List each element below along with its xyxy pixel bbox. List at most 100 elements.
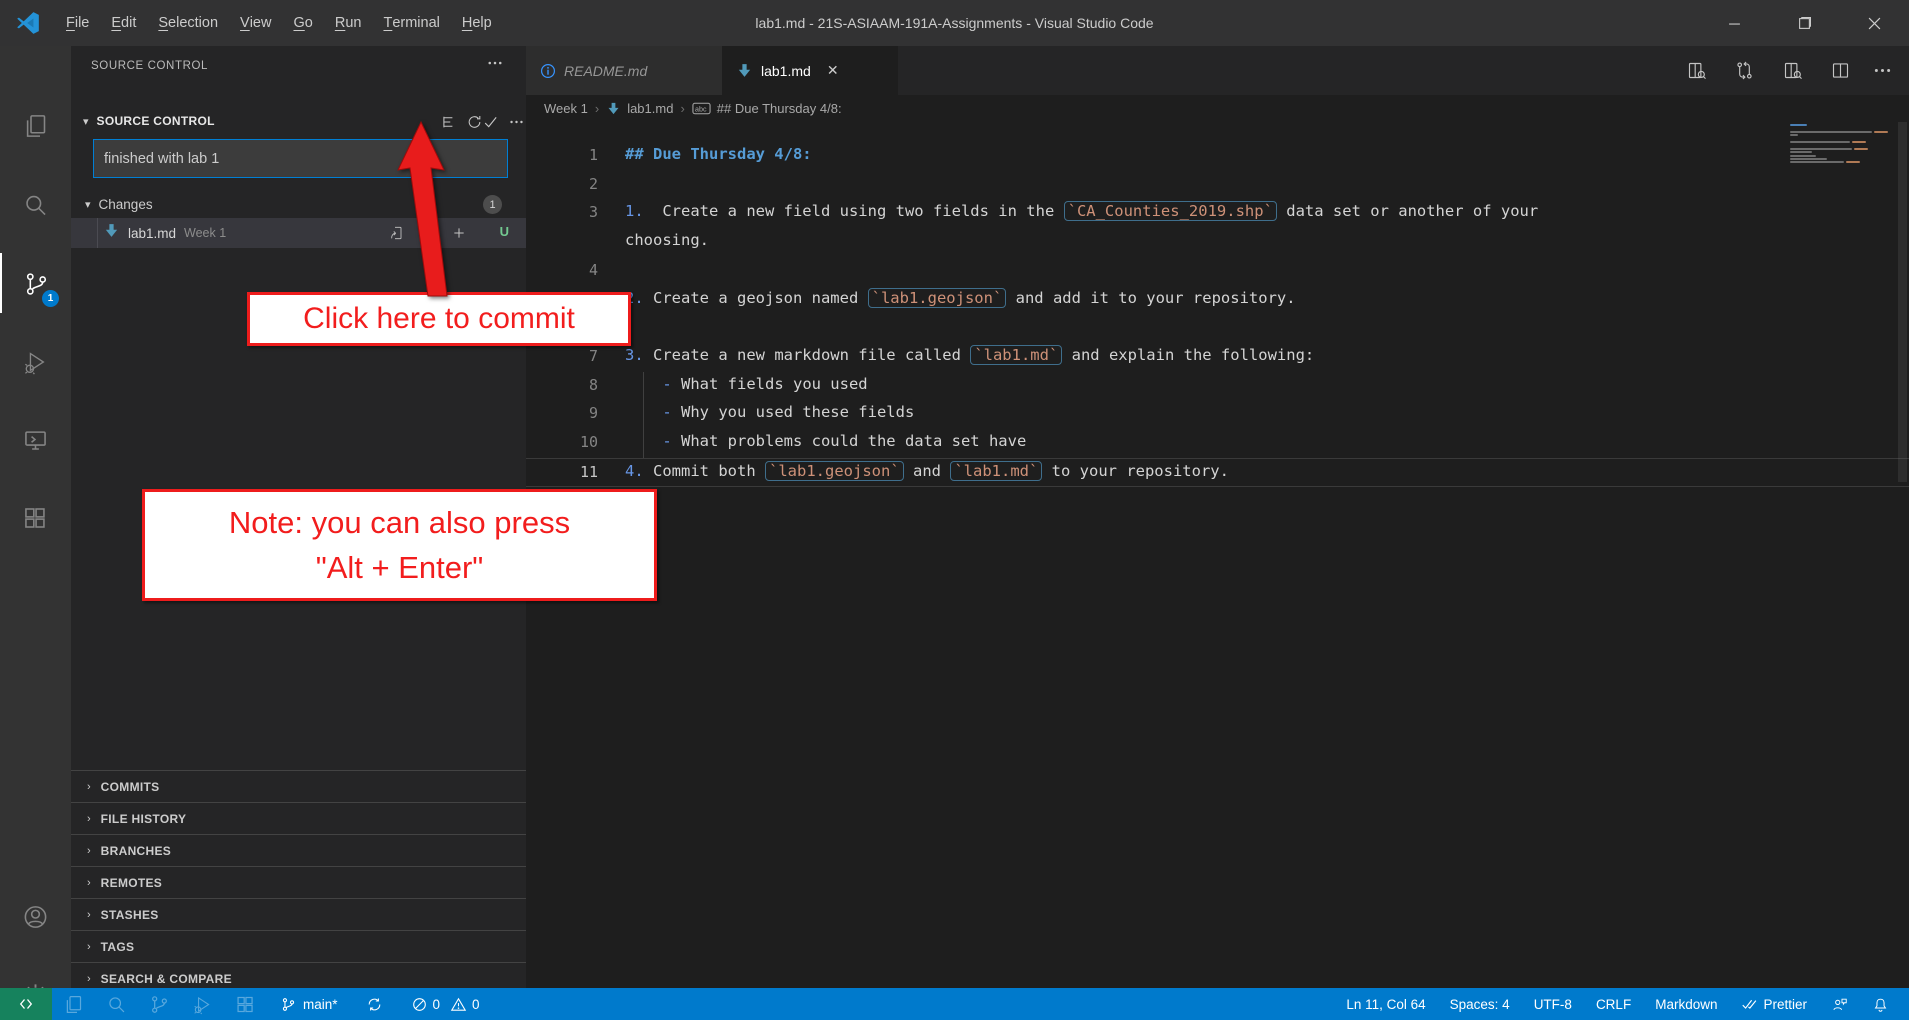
menu-view[interactable]: View [229, 0, 282, 46]
split-editor-icon[interactable] [1827, 57, 1853, 83]
formatter-status[interactable]: Prettier [1729, 988, 1819, 1020]
problems-status[interactable]: 0 0 [404, 988, 487, 1020]
code-line-3[interactable]: 31. Create a new field using two fields … [526, 199, 1909, 228]
menu-terminal[interactable]: Terminal [372, 0, 450, 46]
sidebar-section-remotes[interactable]: ›REMOTES [71, 866, 526, 898]
minimap-line [1790, 124, 1807, 126]
scm-section-header[interactable]: ▾ SOURCE CONTROL [71, 104, 526, 138]
chevron-right-icon: › [87, 781, 91, 793]
svg-text:abc: abc [695, 105, 707, 113]
code-line-5[interactable]: 52. Create a geojson named `lab1.geojson… [526, 286, 1909, 315]
code-line-11[interactable]: 114. Commit both `lab1.geojson` and `lab… [526, 458, 1909, 487]
feedback-icon[interactable] [1819, 988, 1860, 1020]
ghost-debug-icon [181, 988, 224, 1020]
git-branch-icon [280, 996, 297, 1013]
minimize-button[interactable] [1699, 0, 1769, 46]
code-line-9[interactable]: 9 - Why you used these fields [526, 400, 1909, 429]
account-icon[interactable] [0, 886, 71, 946]
extensions-icon[interactable] [0, 487, 71, 547]
code-text: 1. [625, 202, 644, 220]
sidebar-section-commits[interactable]: ›COMMITS [71, 770, 526, 802]
code-text: ## Due Thursday 4/8: [625, 145, 812, 163]
explorer-icon[interactable] [0, 95, 71, 155]
line-number: 2 [526, 175, 598, 193]
breadcrumb[interactable]: Week 1 › lab1.md › abc ## Due Thursday 4… [526, 95, 1909, 122]
search-icon[interactable] [0, 174, 71, 234]
breadcrumb-file[interactable]: lab1.md [627, 101, 673, 116]
close-tab-icon[interactable]: ✕ [827, 62, 839, 79]
menu-file[interactable]: File [55, 0, 100, 46]
code-text [625, 403, 662, 421]
language-mode[interactable]: Markdown [1643, 988, 1729, 1020]
run-debug-icon[interactable] [0, 331, 71, 391]
code-text: choosing. [625, 231, 709, 249]
line-number: 10 [526, 433, 598, 451]
sidebar-section-file-history[interactable]: ›FILE HISTORY [71, 802, 526, 834]
encoding-status[interactable]: UTF-8 [1522, 988, 1584, 1020]
changed-file-row[interactable]: lab1.md Week 1 U [71, 218, 526, 248]
eol-status[interactable]: CRLF [1584, 988, 1643, 1020]
stage-changes-icon[interactable] [451, 225, 468, 242]
sidebar-more-actions-icon[interactable] [486, 54, 504, 77]
open-preview-side-icon[interactable] [1683, 57, 1709, 83]
editor-more-actions-icon[interactable] [1869, 57, 1895, 83]
cursor-position[interactable]: Ln 11, Col 64 [1334, 988, 1437, 1020]
commit-message-input[interactable] [93, 139, 508, 178]
ghost-search-icon [95, 988, 138, 1020]
code-line-6[interactable]: 6 [526, 314, 1909, 343]
minimap-line [1790, 158, 1827, 160]
editor-pane[interactable]: 1## Due Thursday 4/8: 2 31. Create a new f… [526, 122, 1909, 988]
source-control-icon[interactable]: 1 [0, 253, 71, 313]
remote-indicator[interactable] [0, 988, 52, 1020]
minimap-code-mark [1874, 131, 1888, 133]
formatter-label: Prettier [1763, 997, 1807, 1012]
line-content: choosing. [625, 231, 709, 249]
maximize-button[interactable] [1769, 0, 1839, 46]
editor-scrollbar[interactable] [1898, 122, 1907, 482]
remote-explorer-icon[interactable] [0, 409, 71, 469]
scm-kebab-icon[interactable] [504, 109, 528, 133]
breadcrumb-folder[interactable]: Week 1 [544, 101, 588, 116]
line-number: 9 [526, 404, 598, 422]
sidebar-section-tags[interactable]: ›TAGS [71, 930, 526, 962]
changes-header[interactable]: ▾ Changes 1 [71, 190, 526, 218]
menu-go[interactable]: Go [282, 0, 323, 46]
scm-refresh-icon[interactable] [462, 109, 486, 133]
sync-status[interactable] [359, 988, 390, 1020]
line-content: - Why you used these fields [625, 403, 914, 421]
sidebar-section-branches[interactable]: ›BRANCHES [71, 834, 526, 866]
open-file-icon[interactable] [389, 225, 406, 242]
tab-readme[interactable]: README.md [526, 46, 722, 95]
error-icon [411, 996, 428, 1013]
open-changes-icon[interactable] [1731, 57, 1757, 83]
notifications-bell-icon[interactable] [1860, 988, 1901, 1020]
code-line-2[interactable]: 2 [526, 171, 1909, 200]
code-line-7[interactable]: 73. Create a new markdown file called `l… [526, 343, 1909, 372]
branch-name: main* [303, 997, 338, 1012]
minimap[interactable] [1788, 124, 1900, 184]
close-window-button[interactable] [1839, 0, 1909, 46]
symbol-string-icon: abc [692, 101, 711, 116]
breadcrumb-symbol[interactable]: ## Due Thursday 4/8: [717, 101, 842, 116]
view-as-tree-icon[interactable] [436, 109, 460, 133]
indentation-status[interactable]: Spaces: 4 [1438, 988, 1522, 1020]
code-text: data set or another of your [1277, 202, 1538, 220]
code-text: Commit both [644, 462, 765, 480]
menu-selection[interactable]: Selection [147, 0, 229, 46]
code-line-1[interactable]: 1## Due Thursday 4/8: [526, 142, 1909, 171]
discard-changes-icon[interactable] [419, 225, 436, 242]
tab-lab1[interactable]: lab1.md ✕ [722, 46, 898, 95]
branch-status[interactable]: main* [273, 988, 345, 1020]
minimap-line [1790, 148, 1852, 150]
open-preview-icon[interactable] [1779, 57, 1805, 83]
code-line-8[interactable]: 8 - What fields you used [526, 372, 1909, 401]
code-line-wrap[interactable]: choosing. [526, 228, 1909, 257]
menu-run[interactable]: Run [324, 0, 373, 46]
code-text: and add it to your repository. [1006, 289, 1295, 307]
menu-help[interactable]: Help [451, 0, 503, 46]
code-line-4[interactable]: 4 [526, 257, 1909, 286]
ghost-extensions-icon [224, 988, 267, 1020]
menu-edit[interactable]: Edit [100, 0, 147, 46]
sidebar-section-stashes[interactable]: ›STASHES [71, 898, 526, 930]
code-line-10[interactable]: 10 - What problems could the data set ha… [526, 429, 1909, 458]
